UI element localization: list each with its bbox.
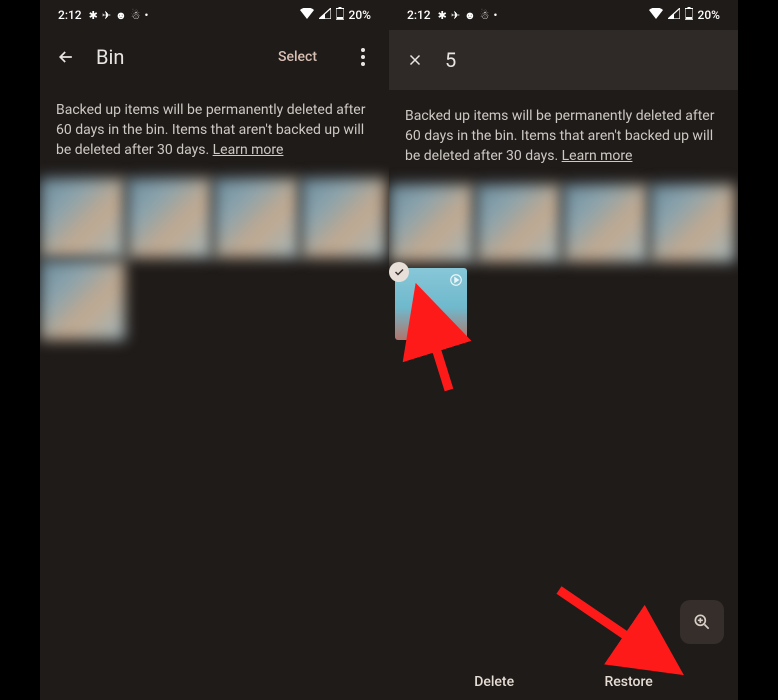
- face-icon: ☻: [115, 9, 127, 22]
- status-time: 2:12: [58, 8, 82, 22]
- telegram-icon: ✈: [451, 9, 460, 22]
- phone-right: 2:12 ✱ ✈ ☻ ☃ • 20% 5: [389, 0, 738, 700]
- status-bar: 2:12 ✱ ✈ ☻ ☃ • 20%: [40, 0, 389, 30]
- phone-left: 2:12 ✱ ✈ ☻ ☃ • 20% Bin S: [40, 0, 389, 700]
- zoom-in-button[interactable]: [680, 600, 724, 644]
- info-text: Backed up items will be permanently dele…: [405, 108, 714, 164]
- battery-icon: [336, 7, 344, 23]
- learn-more-link[interactable]: Learn more: [562, 148, 633, 164]
- photo-thumb[interactable]: [127, 178, 212, 258]
- dot-icon: •: [494, 9, 498, 22]
- check-icon: [389, 262, 409, 282]
- photo-thumb[interactable]: [40, 260, 125, 340]
- close-icon[interactable]: [403, 48, 427, 72]
- play-icon: [449, 272, 463, 291]
- wifi-icon: [300, 8, 314, 22]
- photo-grid: [389, 184, 738, 340]
- restore-button[interactable]: Restore: [605, 674, 653, 690]
- photo-thumb[interactable]: [476, 184, 561, 262]
- snowman-icon: ☃: [480, 9, 490, 22]
- photo-thumb-selected[interactable]: [395, 268, 467, 340]
- slack-icon: ✱: [89, 9, 98, 22]
- status-bar: 2:12 ✱ ✈ ☻ ☃ • 20%: [389, 0, 738, 30]
- face-icon: ☻: [464, 9, 476, 22]
- select-button[interactable]: Select: [278, 49, 317, 65]
- photo-grid: [40, 178, 389, 340]
- annotation-arrow-to-restore: [549, 580, 689, 684]
- snowman-icon: ☃: [131, 9, 141, 22]
- page-title: Bin: [96, 45, 260, 69]
- telegram-icon: ✈: [102, 9, 111, 22]
- status-notif-icons: ✱ ✈ ☻ ☃ •: [89, 9, 149, 22]
- selection-top-bar: 5: [389, 30, 738, 90]
- status-notif-icons: ✱ ✈ ☻ ☃ •: [438, 9, 498, 22]
- back-arrow-icon[interactable]: [54, 45, 78, 69]
- dot-icon: •: [145, 9, 149, 22]
- signal-icon: [319, 8, 331, 22]
- slack-icon: ✱: [438, 9, 447, 22]
- photo-thumb[interactable]: [650, 184, 735, 262]
- info-banner: Backed up items will be permanently dele…: [40, 84, 389, 178]
- photo-thumb[interactable]: [563, 184, 648, 262]
- wifi-icon: [649, 8, 663, 22]
- info-banner: Backed up items will be permanently dele…: [389, 90, 738, 184]
- status-time: 2:12: [407, 8, 431, 22]
- top-bar: Bin Select: [40, 30, 389, 84]
- photo-thumb[interactable]: [214, 178, 299, 258]
- selection-count: 5: [445, 48, 724, 72]
- more-menu-icon[interactable]: [351, 45, 375, 69]
- signal-icon: [668, 8, 680, 22]
- learn-more-link[interactable]: Learn more: [213, 142, 284, 158]
- battery-pct: 20%: [698, 8, 720, 22]
- left-padding: [0, 0, 40, 700]
- photo-thumb[interactable]: [40, 178, 125, 258]
- battery-pct: 20%: [349, 8, 371, 22]
- bottom-action-bar: Delete Restore: [389, 674, 738, 690]
- photo-thumb[interactable]: [389, 184, 474, 262]
- right-padding: [738, 0, 778, 700]
- photo-thumb[interactable]: [301, 178, 386, 258]
- battery-icon: [685, 7, 693, 23]
- delete-button[interactable]: Delete: [474, 674, 514, 690]
- info-text: Backed up items will be permanently dele…: [56, 102, 365, 158]
